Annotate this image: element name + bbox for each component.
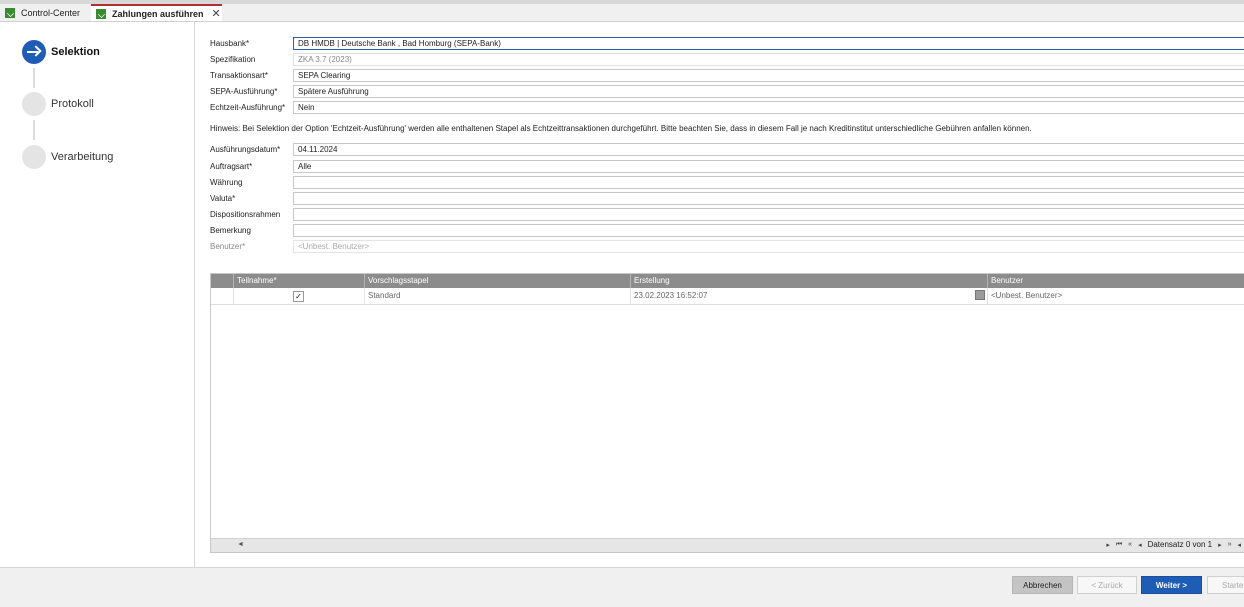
echtzeit-hint: Hinweis: Bei Selektion der Option 'Echtz…: [210, 124, 1032, 133]
table-row[interactable]: ✓ Standard 23.02.2023 16:52:07 <Unbest. …: [211, 288, 1244, 305]
step-label: Selektion: [51, 46, 100, 58]
column-header-benutzer[interactable]: Benutzer: [988, 274, 1244, 288]
erstellung-value: 23.02.2023 16:52:07: [634, 291, 708, 300]
column-header-erstellung[interactable]: Erstellung: [631, 274, 988, 288]
ausfuehrungsdatum-value: 04.11.2024: [298, 145, 338, 154]
table-footer: ◄ ▸ ⏮ « ◂ Datensatz 0 von 1 ▸ » ◂: [211, 538, 1244, 552]
step-label: Verarbeitung: [51, 151, 114, 163]
spezifikation-label: Spezifikation: [210, 55, 256, 64]
button-bar: Abbrechen < Zurück Weiter > Starten: [0, 567, 1244, 607]
tab-label: Zahlungen ausführen: [112, 8, 204, 19]
waehrung-field[interactable]: [293, 176, 1244, 189]
table-header: Teilnahme* Vorschlagsstapel Erstellung B…: [211, 274, 1244, 288]
row-waehrung: Währung: [210, 176, 1244, 189]
valuta-label: Valuta*: [210, 194, 236, 203]
column-header-teilnahme[interactable]: Teilnahme*: [234, 274, 365, 288]
auftragsart-field[interactable]: Alle: [293, 160, 1244, 173]
column-header-vorschlagsstapel[interactable]: Vorschlagsstapel: [365, 274, 631, 288]
step-circle-icon: [22, 145, 46, 169]
sepa-ausfuehrung-field[interactable]: Spätere Ausführung: [293, 85, 1244, 98]
dispositionsrahmen-label: Dispositionsrahmen: [210, 210, 281, 219]
dispositionsrahmen-field[interactable]: [293, 208, 1244, 221]
row-auftragsart: Auftragsart* Alle: [210, 160, 1244, 173]
step-protokoll[interactable]: Protokoll: [22, 92, 94, 116]
row-ausfuehrungsdatum: Ausführungsdatum* 04.11.2024: [210, 143, 1244, 156]
hausbank-field[interactable]: DB HMDB | Deutsche Bank , Bad Homburg (S…: [293, 37, 1244, 50]
pager-prev-icon[interactable]: ◂: [1138, 541, 1142, 549]
benutzer-cell: <Unbest. Benutzer>: [991, 291, 1063, 300]
spezifikation-field: ZKA 3.7 (2023): [293, 53, 1244, 66]
teilnahme-cell: ✓: [234, 288, 365, 304]
vorschlagsstapel-cell: Standard: [365, 288, 631, 304]
arrow-right-icon: [22, 40, 46, 64]
step-label: Protokoll: [51, 98, 94, 110]
row-transaktionsart: Transaktionsart* SEPA Clearing: [210, 69, 1244, 82]
row-hausbank: Hausbank* DB HMDB | Deutsche Bank , Bad …: [210, 37, 1244, 50]
cancel-button[interactable]: Abbrechen: [1012, 576, 1073, 594]
waehrung-label: Währung: [210, 178, 243, 187]
tab-control-center[interactable]: Control-Center: [0, 4, 88, 21]
row-benutzer: Benutzer* <Unbest. Benutzer>: [210, 240, 1244, 253]
step-connector: [33, 68, 35, 88]
proposal-batch-table: Teilnahme* Vorschlagsstapel Erstellung B…: [210, 273, 1244, 553]
row-sepa-ausfuehrung: SEPA-Ausführung* Spätere Ausführung: [210, 85, 1244, 98]
row-valuta: Valuta*: [210, 192, 1244, 205]
app-icon: [96, 8, 106, 19]
step-verarbeitung[interactable]: Verarbeitung: [22, 145, 113, 169]
teilnahme-checkbox[interactable]: ✓: [293, 291, 304, 302]
pager-first-icon[interactable]: ▸: [1106, 541, 1110, 549]
pager: ▸ ⏮ « ◂ Datensatz 0 von 1 ▸ » ◂: [1106, 540, 1241, 549]
tab-zahlungen-ausfuehren[interactable]: Zahlungen ausführen ✕: [91, 4, 222, 21]
valuta-field[interactable]: [293, 192, 1244, 205]
pager-next-page-icon[interactable]: »: [1228, 541, 1232, 548]
benutzer-field: <Unbest. Benutzer>: [293, 240, 1244, 253]
row-spezifikation: Spezifikation ZKA 3.7 (2023): [210, 53, 1244, 66]
erstellung-cell: 23.02.2023 16:52:07: [631, 288, 988, 304]
sepa-ausfuehrung-label: SEPA-Ausführung*: [210, 87, 278, 96]
pager-prev-page-icon[interactable]: «: [1128, 541, 1132, 548]
ausfuehrungsdatum-field[interactable]: 04.11.2024: [293, 143, 1244, 156]
close-icon[interactable]: ✕: [212, 7, 221, 20]
main-content: Selektion Protokoll Verarbeitung Hausban…: [0, 22, 1244, 567]
pager-next-icon[interactable]: ▸: [1218, 541, 1222, 549]
bemerkung-field[interactable]: [293, 224, 1244, 237]
bemerkung-label: Bemerkung: [210, 226, 251, 235]
benutzer-label: Benutzer*: [210, 242, 246, 251]
wizard-steps: Selektion Protokoll Verarbeitung: [0, 22, 195, 567]
tab-label: Control-Center: [21, 7, 81, 18]
row-dispositionsrahmen: Dispositionsrahmen: [210, 208, 1244, 221]
auftragsart-label: Auftragsart*: [210, 162, 253, 171]
next-button[interactable]: Weiter >: [1141, 576, 1202, 594]
step-selektion[interactable]: Selektion: [22, 40, 100, 64]
echtzeit-field[interactable]: Nein: [293, 101, 1244, 114]
step-connector: [33, 120, 35, 140]
pager-status: Datensatz 0 von 1: [1147, 540, 1213, 549]
ausfuehrungsdatum-label: Ausführungsdatum*: [210, 145, 281, 154]
tab-bar: Control-Center Zahlungen ausführen ✕: [0, 4, 1244, 22]
step-circle-icon: [22, 92, 46, 116]
transaktionsart-field[interactable]: SEPA Clearing: [293, 69, 1244, 82]
transaktionsart-label: Transaktionsart*: [210, 71, 268, 80]
pager-first-page-icon[interactable]: ⏮: [1116, 541, 1122, 549]
start-button[interactable]: Starten: [1207, 576, 1244, 594]
back-button[interactable]: < Zurück: [1077, 576, 1137, 594]
hausbank-label: Hausbank*: [210, 39, 250, 48]
calendar-icon[interactable]: [975, 290, 985, 300]
row-bemerkung: Bemerkung: [210, 224, 1244, 237]
app-icon: [5, 7, 15, 18]
row-echtzeit: Echtzeit-Ausführung* Nein: [210, 101, 1244, 114]
pager-last-icon[interactable]: ◂: [1237, 541, 1241, 549]
row-selector-header: [211, 274, 234, 288]
row-selector[interactable]: [211, 288, 234, 304]
scroll-left-icon[interactable]: ◄: [237, 541, 244, 548]
echtzeit-label: Echtzeit-Ausführung*: [210, 103, 286, 112]
